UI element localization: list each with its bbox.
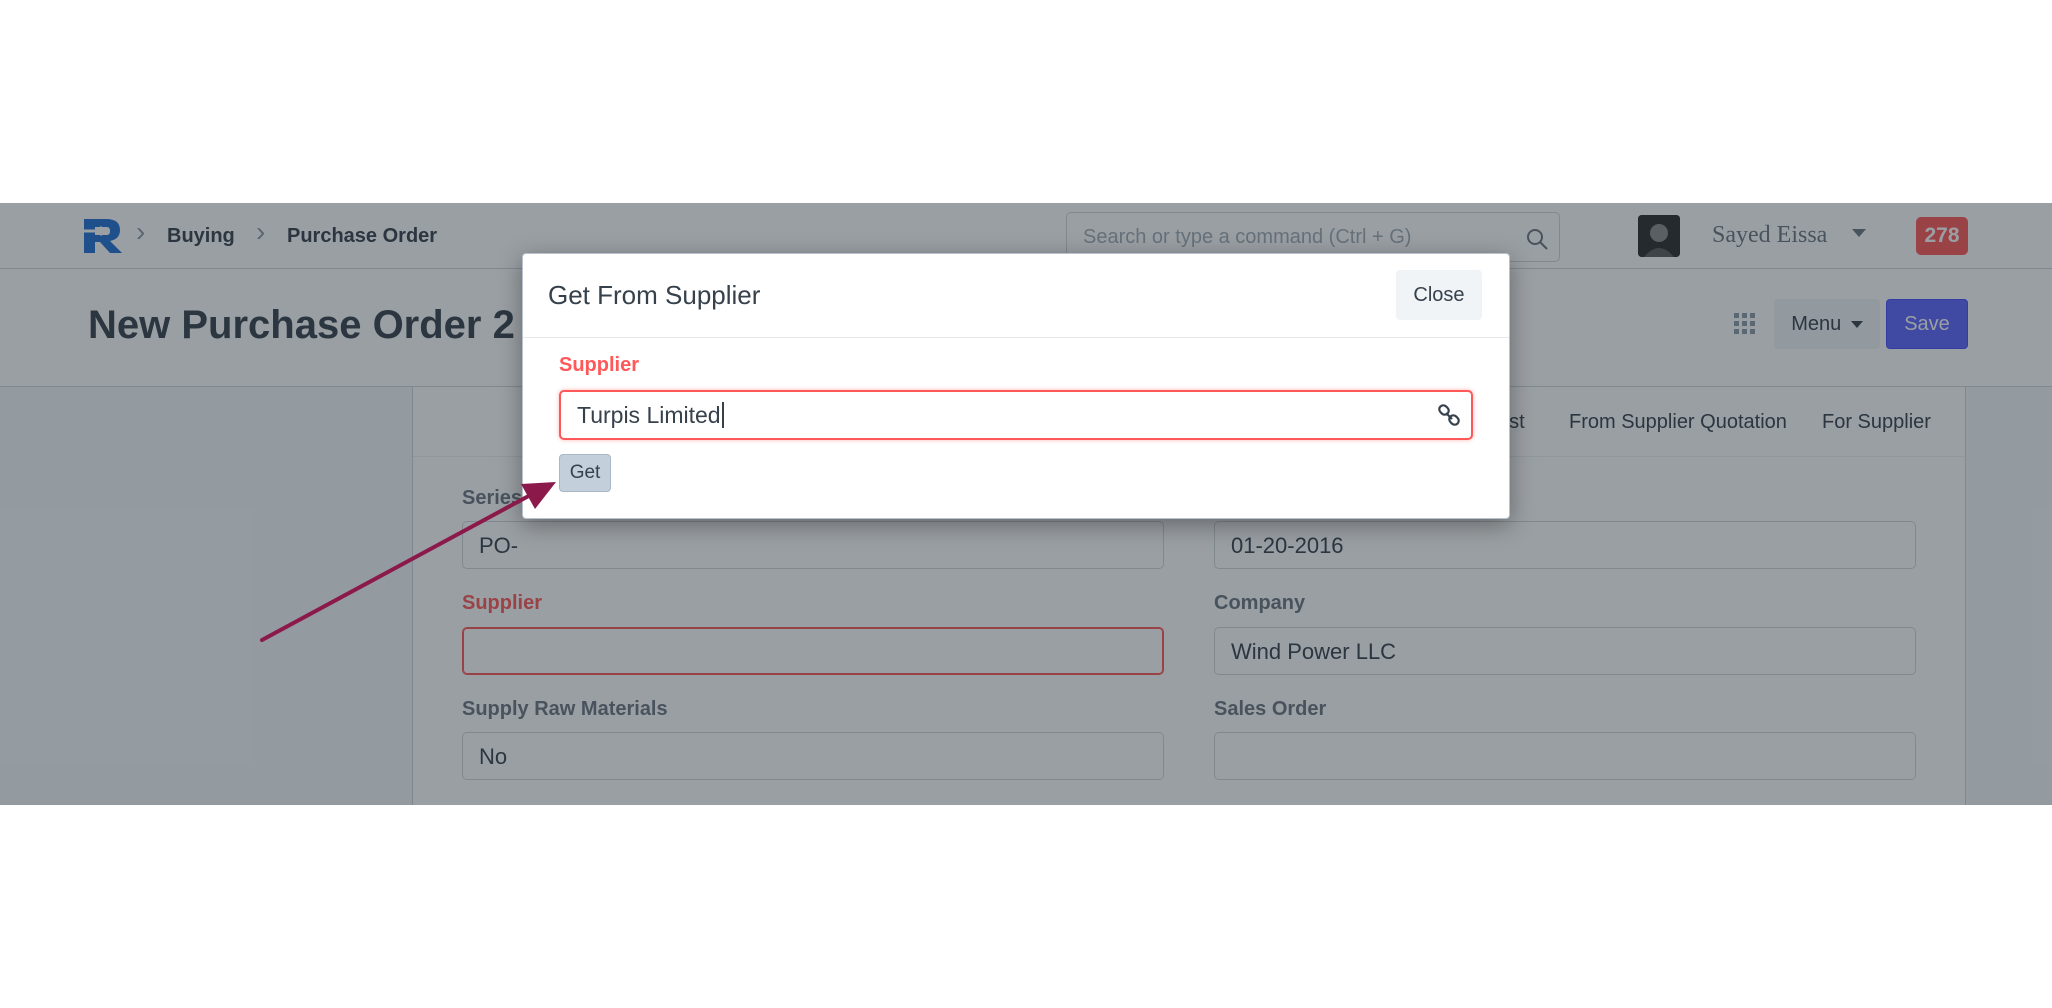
dialog-title: Get From Supplier <box>548 280 761 310</box>
close-button[interactable]: Close <box>1396 270 1482 320</box>
dialog-supplier-input[interactable]: Turpis Limited <box>559 390 1473 440</box>
dialog-supplier-label: Supplier <box>559 354 640 376</box>
text-cursor <box>721 402 724 428</box>
link-icon[interactable] <box>1437 404 1461 428</box>
get-button[interactable]: Get <box>559 454 611 492</box>
get-from-supplier-dialog: Get From Supplier Close Supplier Turpis … <box>522 253 1510 519</box>
dialog-header: Get From Supplier Close <box>523 254 1509 338</box>
dialog-supplier-value: Turpis Limited <box>577 402 724 429</box>
